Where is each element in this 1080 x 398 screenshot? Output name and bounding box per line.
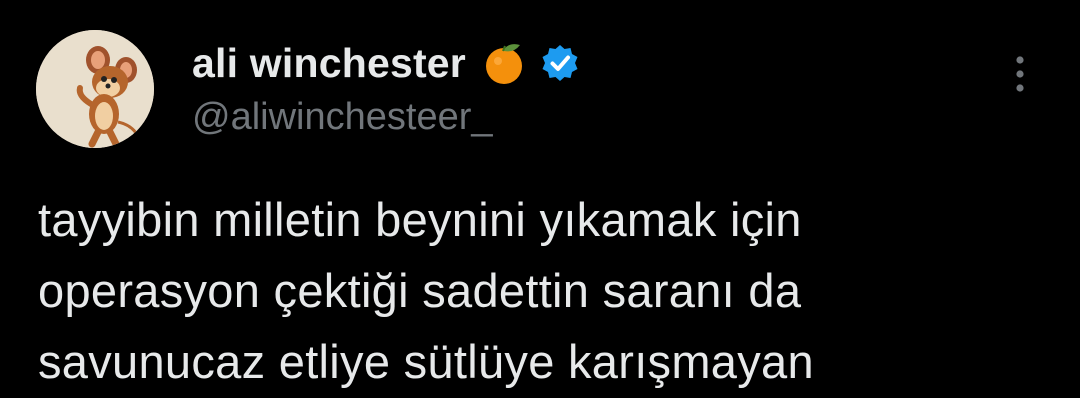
more-options-button[interactable] xyxy=(1002,52,1038,96)
tweet-text-line: savunucaz etliye sütlüye karışmayan xyxy=(38,335,814,388)
tweet-text-line: operasyon çektiği sadettin saranı da xyxy=(38,264,802,317)
user-handle[interactable]: @aliwinchesteer_ xyxy=(192,96,493,139)
more-vertical-icon xyxy=(1016,56,1024,92)
verified-badge-icon xyxy=(540,43,580,83)
tweet-card: ali winchester @aliwinchesteer_ tayyibin… xyxy=(0,0,1080,398)
tweet-text: tayyibin milletin beynini yıkamak için o… xyxy=(38,184,1048,397)
jerry-mouse-icon xyxy=(36,30,154,148)
author-name-row[interactable]: ali winchester xyxy=(192,38,580,88)
tweet-text-line: tayyibin milletin beynini yıkamak için xyxy=(38,193,802,246)
display-name[interactable]: ali winchester xyxy=(192,40,466,87)
avatar[interactable] xyxy=(36,30,154,148)
orange-emoji-icon xyxy=(480,39,528,87)
